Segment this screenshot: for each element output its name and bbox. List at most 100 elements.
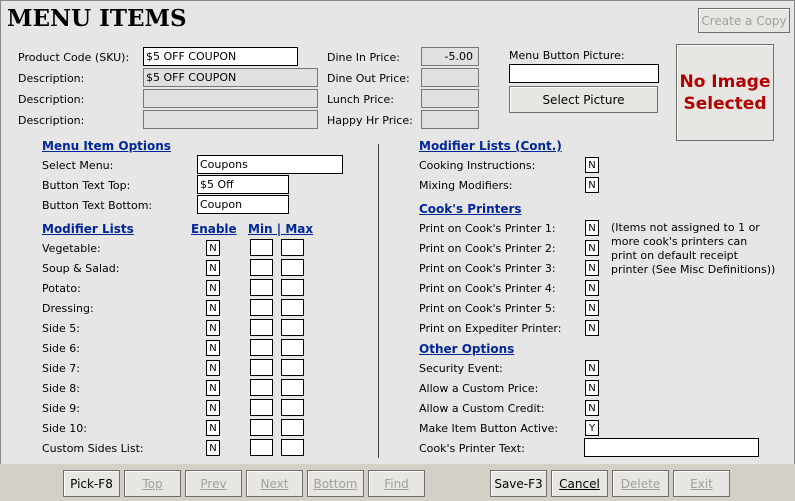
button-text-bottom-input[interactable]: Coupon	[197, 195, 289, 214]
select-menu-label: Select Menu:	[42, 159, 114, 172]
modifier-max-box[interactable]	[281, 379, 304, 396]
cancel-button[interactable]: Cancel	[551, 470, 608, 497]
other-option-box[interactable]: N	[585, 380, 599, 396]
modifier-cont-box[interactable]: N	[585, 177, 599, 193]
bottom-button[interactable]: Bottom	[307, 470, 364, 497]
modifier-enable-box[interactable]: N	[206, 320, 220, 336]
modifier-min-box[interactable]	[250, 359, 273, 376]
modifier-min-box[interactable]	[250, 279, 273, 296]
enable-column-heading: Enable	[191, 222, 237, 236]
modifier-enable-box[interactable]: N	[206, 380, 220, 396]
modifier-enable-box[interactable]: N	[206, 340, 220, 356]
description-field-1[interactable]: $5 OFF COUPON	[143, 68, 318, 87]
modifier-enable-box[interactable]: N	[206, 420, 220, 436]
other-option-box[interactable]: N	[585, 400, 599, 416]
lunch-price-field[interactable]	[421, 89, 479, 108]
modifier-row-label: Side 10:	[42, 422, 87, 435]
printer-box[interactable]: N	[585, 280, 599, 296]
button-text-bottom-label: Button Text Bottom:	[42, 199, 153, 212]
column-divider	[378, 144, 379, 458]
modifier-max-box[interactable]	[281, 399, 304, 416]
modifier-min-box[interactable]	[250, 339, 273, 356]
modifier-enable-box[interactable]: N	[206, 240, 220, 256]
modifier-max-box[interactable]	[281, 359, 304, 376]
modifier-row-label: Side 5:	[42, 322, 80, 335]
modifier-row-label: Soup & Salad:	[42, 262, 120, 275]
description-label-3: Description:	[18, 114, 85, 127]
modifier-enable-box[interactable]: N	[206, 440, 220, 456]
modifier-max-box[interactable]	[281, 299, 304, 316]
dine-in-price-label: Dine In Price:	[327, 51, 401, 64]
delete-button[interactable]: Delete	[612, 470, 669, 497]
modifier-min-box[interactable]	[250, 259, 273, 276]
other-option-label: Make Item Button Active:	[419, 422, 559, 435]
modifier-lists-heading: Modifier Lists	[42, 222, 134, 236]
printer-box[interactable]: N	[585, 300, 599, 316]
other-option-box[interactable]: N	[585, 360, 599, 376]
description-field-2[interactable]	[143, 89, 318, 108]
modifier-row-label: Potato:	[42, 282, 81, 295]
modifier-max-box[interactable]	[281, 439, 304, 456]
sku-label: Product Code (SKU):	[18, 51, 130, 64]
printer-box[interactable]: N	[585, 260, 599, 276]
dine-out-price-field[interactable]	[421, 68, 479, 87]
printer-row-label: Print on Expediter Printer:	[419, 322, 562, 335]
menu-items-form: MENU ITEMS Create a Copy Product Code (S…	[0, 0, 795, 465]
dine-in-price-field[interactable]: -5.00	[421, 47, 479, 66]
modifier-max-box[interactable]	[281, 279, 304, 296]
modifier-min-box[interactable]	[250, 439, 273, 456]
modifier-max-box[interactable]	[281, 259, 304, 276]
cooks-printer-text-label: Cook's Printer Text:	[419, 442, 525, 455]
description-field-3[interactable]	[143, 110, 318, 129]
other-option-label: Allow a Custom Price:	[419, 382, 539, 395]
modifier-min-box[interactable]	[250, 379, 273, 396]
create-copy-button[interactable]: Create a Copy	[698, 8, 790, 33]
modifier-max-box[interactable]	[281, 239, 304, 256]
menu-button-picture-input[interactable]	[509, 64, 659, 83]
find-button[interactable]: Find	[368, 470, 425, 497]
modifier-cont-box[interactable]: N	[585, 157, 599, 173]
pick-button[interactable]: Pick-F8	[63, 470, 120, 497]
menu-item-options-heading: Menu Item Options	[42, 139, 171, 153]
printer-box[interactable]: N	[585, 220, 599, 236]
modifier-row-label: Custom Sides List:	[42, 442, 144, 455]
printer-row-label: Print on Cook's Printer 3:	[419, 262, 556, 275]
menu-button-picture-label: Menu Button Picture:	[509, 49, 625, 62]
modifier-max-box[interactable]	[281, 339, 304, 356]
happy-hr-price-field[interactable]	[421, 110, 479, 129]
next-button[interactable]: Next	[246, 470, 303, 497]
modifier-min-box[interactable]	[250, 239, 273, 256]
modifier-min-box[interactable]	[250, 399, 273, 416]
other-option-label: Security Event:	[419, 362, 503, 375]
modifier-row-label: Side 8:	[42, 382, 80, 395]
modifier-enable-box[interactable]: N	[206, 260, 220, 276]
modifier-min-box[interactable]	[250, 299, 273, 316]
other-options-heading: Other Options	[419, 342, 515, 356]
modifier-enable-box[interactable]: N	[206, 300, 220, 316]
printer-box[interactable]: N	[585, 240, 599, 256]
modifier-max-box[interactable]	[281, 419, 304, 436]
sku-input[interactable]: $5 OFF COUPON	[143, 47, 298, 66]
save-button[interactable]: Save-F3	[490, 470, 547, 497]
modifier-enable-box[interactable]: N	[206, 280, 220, 296]
modifier-min-box[interactable]	[250, 319, 273, 336]
modifier-max-box[interactable]	[281, 319, 304, 336]
cooks-printer-text-input[interactable]	[584, 438, 759, 457]
modifier-enable-box[interactable]: N	[206, 400, 220, 416]
select-picture-button[interactable]: Select Picture	[509, 86, 658, 113]
other-option-box[interactable]: Y	[585, 420, 599, 436]
exit-button[interactable]: Exit	[673, 470, 730, 497]
modifier-min-box[interactable]	[250, 419, 273, 436]
modifier-enable-box[interactable]: N	[206, 360, 220, 376]
no-image-placeholder[interactable]: No Image Selected	[676, 44, 774, 141]
prev-button[interactable]: Prev	[185, 470, 242, 497]
top-button[interactable]: Top	[124, 470, 181, 497]
modifier-row-label: Vegetable:	[42, 242, 101, 255]
modifier-cont-row-label: Mixing Modifiers:	[419, 179, 513, 192]
printer-row-label: Print on Cook's Printer 5:	[419, 302, 556, 315]
select-menu-input[interactable]: Coupons	[197, 155, 343, 174]
printer-box[interactable]: N	[585, 320, 599, 336]
button-text-top-input[interactable]: $5 Off	[197, 175, 289, 194]
modifier-cont-row-label: Cooking Instructions:	[419, 159, 536, 172]
printer-row-label: Print on Cook's Printer 1:	[419, 222, 556, 235]
